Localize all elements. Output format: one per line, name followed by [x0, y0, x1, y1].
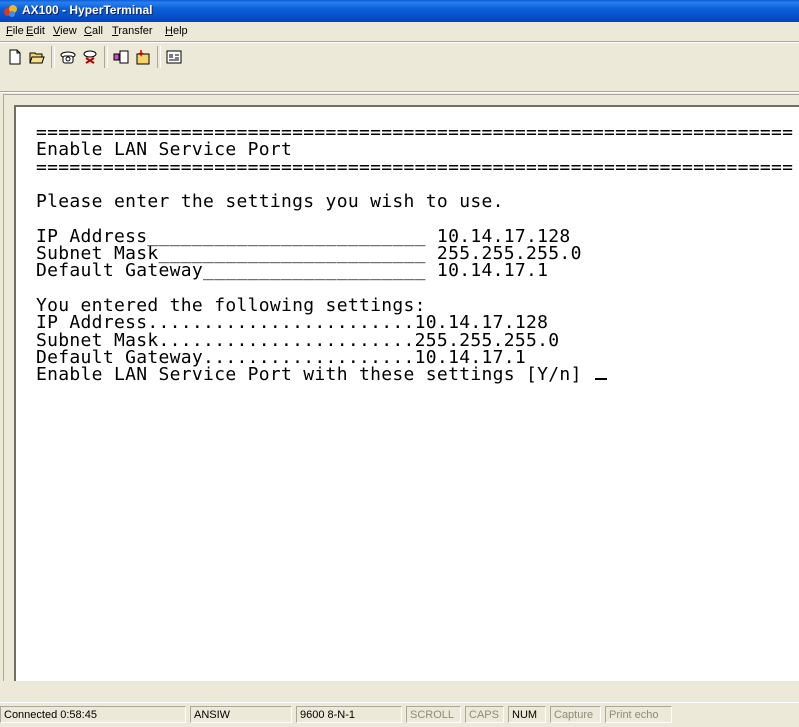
terminal-line: Enable LAN Service Port — [36, 139, 293, 161]
send-icon — [113, 50, 129, 64]
new-button[interactable] — [4, 46, 26, 68]
status-scroll: SCROLL — [406, 706, 461, 723]
receive-button[interactable] — [132, 46, 154, 68]
properties-button[interactable] — [163, 46, 185, 68]
menu-help[interactable]: Help — [165, 25, 188, 37]
terminal-screen[interactable]: ========================================… — [14, 105, 799, 683]
client-bottom-edge — [3, 681, 799, 701]
menu-view[interactable]: View — [53, 25, 77, 37]
menu-transfer[interactable]: Transfer — [112, 25, 153, 37]
toolbar-separator — [51, 46, 55, 68]
terminal-line: Default Gateway____________________ 10.1… — [36, 260, 549, 282]
menu-call[interactable]: Call — [84, 25, 103, 37]
disconnect-icon — [83, 50, 97, 64]
terminal-line: Enable LAN Service Port with these setti… — [36, 365, 793, 384]
status-emulation: ANSIW — [190, 706, 292, 723]
status-print-echo: Print echo — [605, 706, 672, 723]
properties-icon — [166, 50, 182, 64]
text-cursor — [594, 378, 607, 381]
status-num: NUM — [508, 706, 546, 723]
new-icon — [9, 49, 21, 65]
toolbar-separator-line — [0, 91, 799, 93]
menu-edit[interactable]: Edit — [26, 25, 45, 37]
toolbar — [0, 43, 799, 91]
open-icon — [29, 52, 45, 64]
window-title: AX100 - HyperTerminal — [22, 3, 153, 17]
status-connected: Connected 0:58:45 — [0, 706, 186, 723]
send-button[interactable] — [110, 46, 132, 68]
menu-bar: File Edit View Call Transfer Help — [0, 22, 799, 41]
receive-icon — [136, 50, 150, 65]
terminal-output: ========================================… — [36, 123, 794, 384]
hyperterminal-app-icon — [4, 5, 17, 17]
status-bar: Connected 0:58:45 ANSIW 9600 8-N-1 SCROL… — [0, 702, 799, 727]
title-bar[interactable]: AX100 - HyperTerminal — [0, 0, 799, 22]
open-button[interactable] — [26, 46, 48, 68]
menu-file[interactable]: File — [6, 25, 24, 37]
toolbar-separator — [157, 46, 161, 68]
terminal-line: ========================================… — [36, 156, 794, 178]
status-port-settings: 9600 8-N-1 — [296, 706, 402, 723]
connect-icon — [60, 51, 76, 64]
connect-button[interactable] — [57, 46, 79, 68]
toolbar-separator — [104, 46, 108, 68]
terminal-line: Please enter the settings you wish to us… — [36, 191, 504, 213]
terminal-line: IP Address........................10.14.… — [36, 312, 549, 334]
status-caps: CAPS — [465, 706, 504, 723]
disconnect-button[interactable] — [79, 46, 101, 68]
status-capture: Capture — [550, 706, 601, 723]
